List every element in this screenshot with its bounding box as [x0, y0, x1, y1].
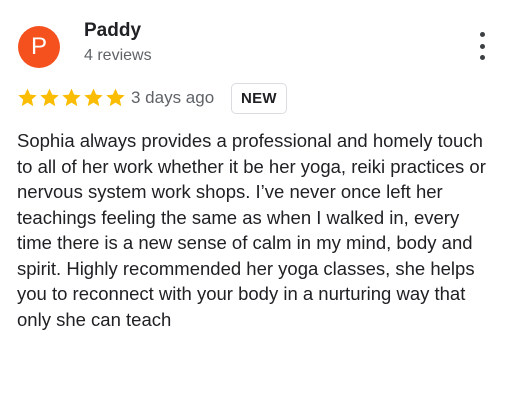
star-icon	[62, 88, 81, 106]
reviewer-name[interactable]: Paddy	[84, 20, 141, 42]
star-icon	[84, 88, 103, 106]
dot	[479, 32, 485, 37]
review-date: 3 days ago	[131, 88, 215, 107]
star-rating	[17, 86, 127, 108]
star-icon	[106, 88, 125, 106]
new-badge: NEW	[231, 83, 287, 114]
star-icon	[40, 88, 59, 106]
avatar[interactable]: P	[18, 26, 60, 68]
more-options-icon[interactable]	[472, 32, 492, 60]
dot	[479, 55, 485, 60]
review-text: Sophia always provides a professional an…	[17, 130, 486, 330]
dot	[479, 43, 485, 49]
star-icon	[18, 88, 37, 106]
reviewer-reviews-count: 4 reviews	[84, 47, 152, 64]
review-card: P Paddy 4 reviews 3 days ago NEW Sophia …	[0, 0, 505, 403]
